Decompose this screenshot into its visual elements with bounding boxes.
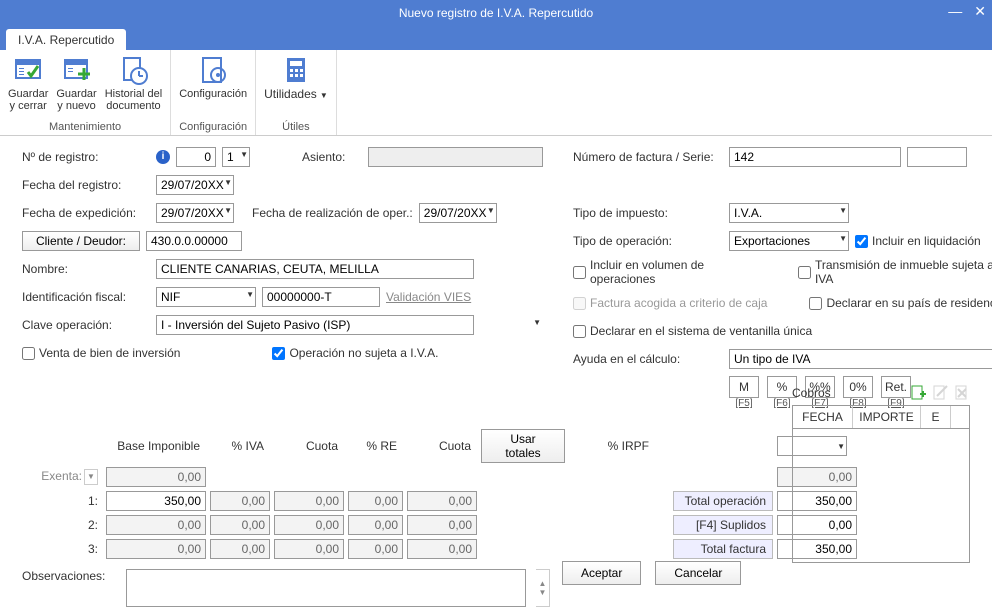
nregistro-sub-input[interactable] xyxy=(222,147,250,167)
operacion-no-sujeta-checkbox[interactable]: Operación no sujeta a I.V.A. xyxy=(272,346,438,360)
ribbon-group-mantenimiento: Guardar y cerrar Guardar y nuevo Histori… xyxy=(0,50,171,135)
col-e: E xyxy=(921,406,951,428)
obs-scroll-down[interactable]: ▼ xyxy=(536,588,549,597)
obs-scroll-up[interactable]: ▲ xyxy=(536,579,549,588)
save-close-icon xyxy=(12,54,44,86)
idfiscal-input[interactable] xyxy=(262,287,380,307)
row2-base xyxy=(106,515,206,535)
observaciones-row: Observaciones: ▲ ▼ xyxy=(0,563,992,613)
validacion-vies-link[interactable]: Validación VIES xyxy=(386,290,471,304)
suplidos-label: [F4] Suplidos xyxy=(673,515,773,535)
configuration-button[interactable]: Configuración xyxy=(179,54,247,100)
fecha-expedicion-label: Fecha de expedición: xyxy=(22,206,150,220)
delete-cobro-icon[interactable] xyxy=(954,385,970,401)
observaciones-label: Observaciones: xyxy=(22,569,116,607)
close-button[interactable]: ✕ xyxy=(974,3,986,20)
total-operacion-label: Total operación xyxy=(673,491,773,511)
row1-cuota xyxy=(274,491,344,511)
tipo-operacion-select[interactable] xyxy=(729,231,849,251)
save-close-button[interactable]: Guardar y cerrar xyxy=(8,54,48,112)
serie-input[interactable] xyxy=(907,147,967,167)
help-m-button[interactable]: M xyxy=(729,376,759,398)
row1-pctre xyxy=(348,491,403,511)
clave-operacion-label: Clave operación: xyxy=(22,318,150,332)
tipo-operacion-label: Tipo de operación: xyxy=(573,234,723,248)
ayuda-calculo-select[interactable] xyxy=(729,349,992,369)
form-area: Nº de registro: i ▼ Asiento: Fecha del r… xyxy=(0,136,992,425)
ribbon: Guardar y cerrar Guardar y nuevo Histori… xyxy=(0,50,992,136)
utilities-button[interactable]: Utilidades ▼ xyxy=(264,54,328,101)
cliente-deudor-button[interactable]: Cliente / Deudor: xyxy=(22,231,140,251)
tabstrip: I.V.A. Repercutido xyxy=(0,26,992,50)
window-titlebar: Nuevo registro de I.V.A. Repercutido ― ✕ xyxy=(0,0,992,26)
ventanilla-unica-checkbox[interactable]: Declarar en el sistema de ventanilla úni… xyxy=(573,324,812,338)
save-new-icon xyxy=(61,54,93,86)
cliente-input[interactable] xyxy=(146,231,242,251)
nombre-input[interactable] xyxy=(156,259,474,279)
idfiscal-type-select[interactable] xyxy=(156,287,256,307)
row3-base xyxy=(106,539,206,559)
tab-iva-repercutido[interactable]: I.V.A. Repercutido xyxy=(6,29,126,51)
nombre-label: Nombre: xyxy=(22,262,150,276)
info-icon[interactable]: i xyxy=(156,150,170,164)
add-cobro-icon[interactable] xyxy=(910,385,926,401)
exenta-base xyxy=(106,467,206,487)
chevron-down-icon: ▼ xyxy=(320,91,328,100)
cobros-table: FECHA IMPORTE E xyxy=(792,405,970,563)
col-fecha: FECHA xyxy=(793,406,853,428)
observaciones-input[interactable] xyxy=(126,569,526,607)
nregistro-label: Nº de registro: xyxy=(22,150,150,164)
gear-icon xyxy=(197,54,229,86)
incluir-liquidacion-checkbox[interactable]: Incluir en liquidación xyxy=(855,234,981,248)
pais-residencia-checkbox[interactable]: Declarar en su país de residencia xyxy=(809,296,992,310)
ribbon-group-utiles: Utilidades ▼ Útiles xyxy=(256,50,337,135)
document-history-button[interactable]: Historial del documento xyxy=(105,54,162,112)
incluir-volumen-checkbox[interactable]: Incluir en volumen de operaciones xyxy=(573,258,767,286)
numero-factura-label: Número de factura / Serie: xyxy=(573,150,723,164)
exenta-label: Exenta: xyxy=(41,469,82,485)
save-new-button[interactable]: Guardar y nuevo xyxy=(56,54,96,112)
calculator-icon xyxy=(280,54,312,86)
row1-base[interactable] xyxy=(106,491,206,511)
cobros-panel: Cobros FECHA IMPORTE E xyxy=(792,385,970,563)
minimize-button[interactable]: ― xyxy=(948,3,962,20)
col-pctirpf: % IRPF xyxy=(575,439,655,453)
edit-cobro-icon[interactable] xyxy=(932,385,948,401)
col-cuota2: Cuota xyxy=(407,439,477,453)
window-title: Nuevo registro de I.V.A. Repercutido xyxy=(399,6,593,20)
numero-factura-input[interactable] xyxy=(729,147,901,167)
col-importe: IMPORTE xyxy=(853,406,921,428)
col-cuota: Cuota xyxy=(274,439,344,453)
usar-totales-button[interactable]: Usar totales xyxy=(481,429,565,463)
col-pctre: % RE xyxy=(348,439,403,453)
col-pctiva: % IVA xyxy=(210,439,270,453)
col-base: Base Imponible xyxy=(106,439,206,453)
nregistro-input[interactable] xyxy=(176,147,216,167)
fecha-registro-label: Fecha del registro: xyxy=(22,178,150,192)
idfiscal-label: Identificación fiscal: xyxy=(22,290,150,304)
fecha-operacion-label: Fecha de realización de oper.: xyxy=(252,206,413,220)
tipo-impuesto-select[interactable] xyxy=(729,203,849,223)
exenta-dropdown[interactable]: ▼ xyxy=(84,469,98,485)
total-factura-label: Total factura xyxy=(673,539,773,559)
tipo-impuesto-label: Tipo de impuesto: xyxy=(573,206,723,220)
fecha-operacion-input[interactable] xyxy=(419,203,497,223)
ayuda-calculo-label: Ayuda en el cálculo: xyxy=(573,352,723,366)
clave-operacion-select[interactable] xyxy=(156,315,474,335)
document-history-icon xyxy=(117,54,149,86)
asiento-input xyxy=(368,147,543,167)
cancelar-button[interactable]: Cancelar xyxy=(655,561,741,585)
criterio-caja-checkbox: Factura acogida a criterio de caja xyxy=(573,296,767,310)
ribbon-group-configuracion: Configuración Configuración xyxy=(171,50,256,135)
aceptar-button[interactable]: Aceptar xyxy=(562,561,641,585)
fecha-registro-input[interactable] xyxy=(156,175,234,195)
venta-bien-inversion-checkbox[interactable]: Venta de bien de inversión xyxy=(22,346,180,360)
cobros-title: Cobros xyxy=(792,386,831,400)
row1-pctiva xyxy=(210,491,270,511)
row1-cuota2 xyxy=(407,491,477,511)
asiento-label: Asiento: xyxy=(302,150,362,164)
fecha-expedicion-input[interactable] xyxy=(156,203,234,223)
transmision-inmueble-checkbox[interactable]: Transmisión de inmueble sujeta a IVA xyxy=(798,258,992,286)
